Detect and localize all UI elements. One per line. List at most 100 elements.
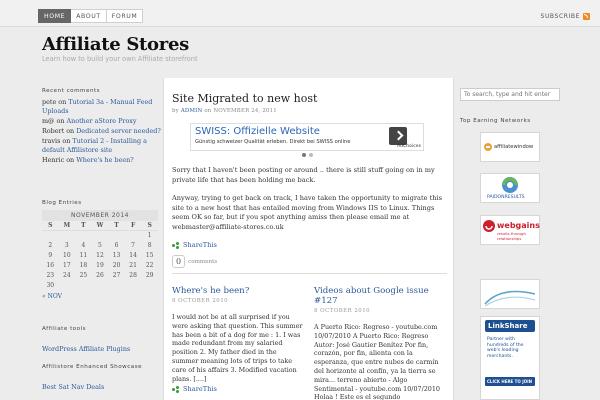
post-paragraph: Anyway, trying to get back on track, I h… [172, 194, 442, 231]
share-icon [172, 386, 180, 393]
comment-on: on [56, 98, 69, 106]
calendar-days: 1 2 3 4 5 6 7 8 9 10 11 12 13 14 15 16 17 18 19 20 21 22 23 24 2… [42, 231, 158, 291]
showcase-title: Affilistore Enhanced Showcase [42, 364, 143, 370]
recent-comments-title: Recent comments [42, 88, 101, 94]
mini-post-title[interactable]: Videos about Google issue #127 [314, 286, 429, 306]
comment-on: on [54, 117, 67, 125]
banner-label: PAIDONRESULTS [487, 195, 525, 200]
banner-label: affiliatewindow [494, 144, 534, 150]
banner-paidonresults[interactable]: PAIDONRESULTS [480, 173, 540, 203]
calendar-day: 27 [112, 272, 121, 279]
calendar-day [59, 281, 76, 291]
share-this[interactable]: ShareThis [172, 385, 304, 393]
calendar-day [42, 231, 59, 241]
share-link[interactable]: ShareThis [183, 385, 217, 393]
search-input[interactable] [460, 88, 560, 101]
calendar-day: 21 [129, 262, 137, 269]
mini-post-date: 8 OCTOBER 2010 [314, 308, 371, 314]
ad-choices[interactable]: AdChoices [397, 144, 421, 149]
showcase-link[interactable]: Best Sat Nav Deals [42, 383, 104, 391]
calendar-week: 16 17 18 19 20 21 22 [42, 261, 158, 271]
share-this[interactable]: ShareThis [172, 241, 447, 249]
calendar-day: 29 [145, 272, 154, 279]
pager-dot[interactable] [308, 153, 313, 157]
ad-text: Günstig schweizer Qualität erleben. Dire… [195, 139, 351, 145]
calendar-day: 6 [114, 242, 119, 249]
calendar-day: 26 [96, 272, 104, 279]
ad-title[interactable]: SWISS: Offizielle Website [195, 126, 320, 137]
tab-forum[interactable]: FORUM [106, 9, 144, 23]
banner-cta[interactable]: CLICK HERE TO JOIN [487, 379, 532, 384]
mini-post-title[interactable]: Where's he been? [172, 286, 249, 296]
calendar-weekday: S [141, 221, 158, 231]
meta-date: NOVEMBER 24, 2011 [213, 108, 277, 114]
mini-post: Videos about Google issue #127 8 OCTOBER… [314, 286, 446, 400]
nav-tabs: HOME ABOUT FORUM [38, 9, 144, 23]
site-title[interactable]: Affiliate Stores [42, 34, 189, 55]
banner-label: webgains [497, 221, 540, 230]
calendar-weekday: T [75, 221, 92, 231]
share-link[interactable]: ShareThis [183, 241, 217, 249]
comment-author: m@ [42, 117, 55, 125]
post-meta: by ADMIN on NOVEMBER 24, 2011 [172, 108, 447, 114]
mini-post: Where's he been? 8 OCTOBER 2010 I would … [172, 286, 304, 393]
calendar-day: 2 [48, 242, 53, 249]
calendar-day [59, 231, 76, 241]
calendar-day: 11 [79, 252, 88, 259]
pager-dot[interactable] [301, 153, 306, 157]
mini-post-text: A Puerto Rico: Regreso - youtube.com 10/… [314, 323, 441, 400]
rss-icon [583, 13, 590, 20]
affiliate-tools-widget: Affiliate tools WordPress Affiliate Plug… [42, 326, 162, 355]
banner-blank[interactable] [480, 279, 540, 309]
post-title[interactable]: Site Migrated to new host [172, 92, 317, 105]
subscribe-label: SUBSCRIBE [540, 13, 580, 20]
comment-on: on [60, 137, 73, 145]
recent-comments-widget: Recent comments pete on Tutorial 3a - Ma… [42, 88, 162, 166]
share-icon [172, 242, 180, 249]
list-item: Henric on Where's he been? [42, 156, 162, 165]
ad-pager [190, 153, 424, 157]
banner-sub: results through relationships [497, 231, 526, 241]
calendar-day: 24 [63, 272, 71, 279]
ad-arrow-icon[interactable] [389, 127, 407, 145]
calendar-day: 28 [129, 272, 137, 279]
banner-affiliatewindow[interactable]: affiliatewindow [480, 132, 540, 162]
site-header: Affiliate Stores Learn how to build your… [0, 28, 600, 78]
comments-count[interactable]: 0 comments [172, 255, 447, 268]
comment-count: 0 [172, 255, 186, 268]
calendar-day: 5 [98, 242, 102, 249]
affiliate-plugins-link[interactable]: WordPress Affiliate Plugins [42, 345, 130, 353]
calendar-day [92, 281, 109, 291]
calendar-day: 22 [145, 262, 154, 269]
affiliate-tools-title: Affiliate tools [42, 326, 87, 332]
calendar: NOVEMBER 2014 SMTWTFS 1 2 3 4 5 6 7 8 9 10 11 12 13 1… [42, 210, 158, 291]
tab-about[interactable]: ABOUT [71, 9, 107, 23]
banner-swirl-icon [484, 290, 536, 307]
subscribe-link[interactable]: SUBSCRIBE [541, 13, 590, 20]
meta-author[interactable]: ADMIN [181, 108, 203, 114]
banner-webgains[interactable]: webgains results through relationships [480, 215, 540, 245]
banner-linkshare[interactable]: LinkShare Partner with hundreds of the w… [480, 316, 540, 400]
calendar-day: 4 [81, 242, 86, 249]
comment-link[interactable]: Another aStore Proxy [66, 117, 136, 125]
calendar-day: 18 [79, 262, 88, 269]
calendar-day: 20 [112, 262, 121, 269]
banner-sub: Partner with hundreds of the web's leadi… [487, 337, 524, 359]
calendar-week: 30 [42, 281, 158, 291]
comment-link[interactable]: Where's he been? [76, 156, 134, 164]
calendar-week: 23 24 25 26 27 28 29 [42, 271, 158, 281]
calendar-day: 30 [46, 282, 55, 289]
calendar-weekday: S [42, 221, 59, 231]
calendar-day: 13 [112, 252, 121, 259]
mini-post-text: I would not be at all surprised if you w… [172, 313, 303, 383]
comment-count-label: comments [188, 258, 218, 265]
showcase-widget: Affilistore Enhanced Showcase Best Sat N… [42, 364, 162, 393]
calendar-day [141, 281, 158, 291]
tab-home[interactable]: HOME [38, 9, 72, 23]
post-paragraph: Sorry that I haven't been posting or aro… [172, 166, 435, 184]
comment-link[interactable]: Dedicated server needed? [76, 127, 161, 135]
post: Site Migrated to new host by ADMIN on NO… [172, 87, 447, 268]
calendar-prev-link[interactable]: « NOV [42, 293, 162, 300]
ad-banner[interactable]: SWISS: Offizielle Website Günstig schwei… [190, 123, 424, 151]
list-item: m@ on Another aStore Proxy [42, 117, 162, 126]
